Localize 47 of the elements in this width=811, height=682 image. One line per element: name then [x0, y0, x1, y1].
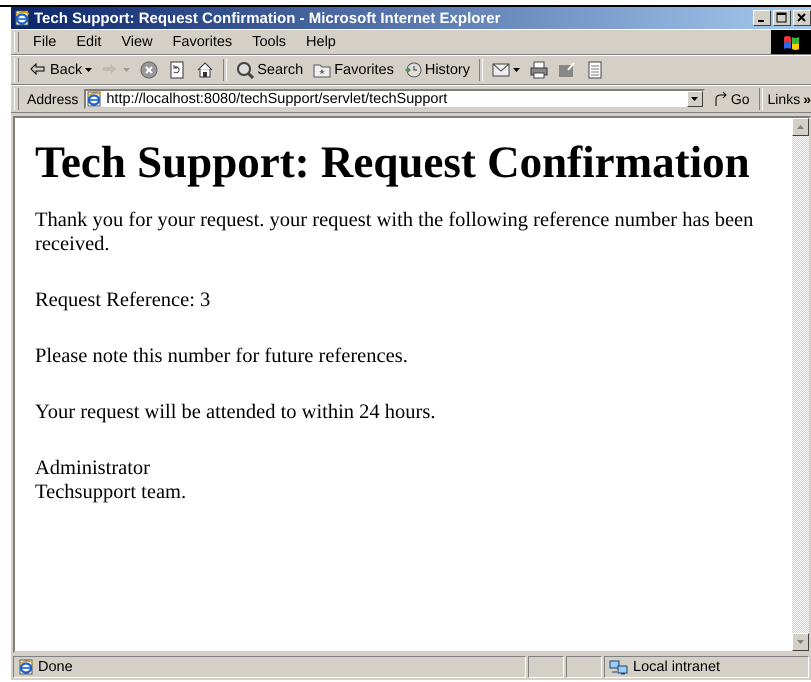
minimize-icon[interactable] — [753, 10, 771, 26]
document-icon — [586, 61, 604, 79]
toolbar-button[interactable]: Favorites — [309, 59, 398, 81]
page-icon — [86, 91, 102, 107]
printer-icon — [530, 61, 548, 79]
address-label: Address — [27, 91, 78, 107]
paragraph-text: Your request will be attended to within 24 hours. — [35, 401, 436, 423]
maximize-icon[interactable] — [773, 10, 791, 26]
toolbar-button[interactable]: History — [400, 59, 474, 81]
paragraph-text: Administrator — [35, 457, 150, 479]
envelope-icon — [492, 61, 510, 79]
menu-item[interactable]: Edit — [66, 31, 112, 53]
paragraph-text: Techsupport team. — [35, 481, 186, 503]
home-icon — [196, 61, 214, 79]
go-button[interactable]: Go — [708, 91, 754, 107]
refresh-icon — [168, 61, 186, 79]
status-text: Done — [38, 659, 73, 675]
page-heading: Tech Support: Request Confirmation — [35, 136, 751, 188]
window-title: Tech Support: Request Confirmation - Microsoft Internet Explorer — [34, 10, 502, 26]
paragraph-text: Thank you for your request. your request with the following reference number has been received. — [35, 209, 754, 255]
browser-logo-icon — [14, 10, 30, 26]
curved-arrow-icon — [712, 91, 729, 107]
menu-item[interactable]: File — [23, 31, 66, 53]
menu-item[interactable]: Tools — [242, 31, 296, 53]
status-pane — [528, 656, 564, 678]
menu-item[interactable]: Help — [296, 31, 346, 53]
dropdown-caret-icon — [691, 97, 698, 101]
toolbar-button[interactable]: Back — [25, 59, 96, 81]
menu-item[interactable]: Favorites — [162, 31, 242, 53]
scrollbar[interactable] — [792, 118, 809, 651]
menu-item[interactable]: View — [111, 31, 163, 53]
page-icon — [18, 659, 34, 675]
dropdown-button[interactable] — [686, 91, 703, 107]
links-button[interactable]: Links » — [768, 91, 811, 107]
status-pane — [566, 656, 602, 678]
stop-icon — [140, 61, 158, 79]
magnifier-icon — [236, 61, 254, 79]
close-icon[interactable] — [793, 10, 811, 26]
down-arrow-icon — [797, 640, 804, 644]
paragraph-text: Request Reference: 3 — [35, 289, 210, 311]
network-computers-icon — [609, 659, 629, 675]
address-combobox[interactable]: http://localhost:8080/techSupport/servlet/techSupport — [84, 89, 705, 109]
flag-icon — [782, 34, 800, 50]
up-arrow-icon — [797, 125, 804, 129]
toolbar-button[interactable]: Search — [232, 59, 308, 81]
paragraph-text: Please note this number for future references. — [35, 345, 408, 367]
security-zone: Local intranet — [633, 659, 720, 675]
